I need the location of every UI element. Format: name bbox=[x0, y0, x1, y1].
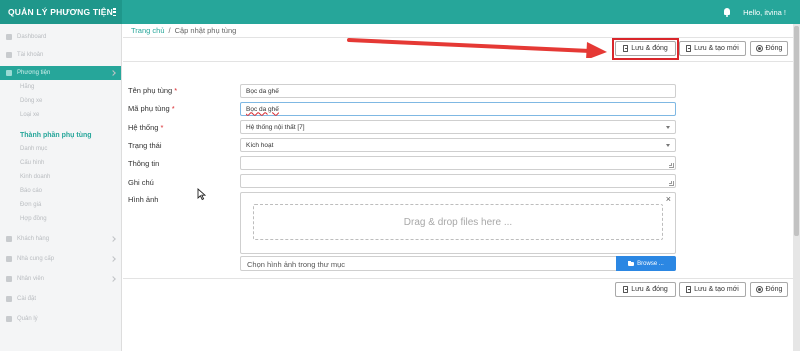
breadcrumb: Trang chủ / Cập nhật phụ tùng bbox=[131, 26, 236, 35]
drag-drop-zone[interactable]: Drag & drop files here ... bbox=[253, 204, 663, 240]
sidebar-subitem[interactable]: Hợp đồng bbox=[0, 212, 121, 226]
sidebar-item-dashboard[interactable]: Dashboard bbox=[0, 30, 121, 44]
user-menu[interactable]: Hello, itvina ! bbox=[743, 8, 786, 17]
sidebar-item-parts[interactable]: Thành phần phụ tùng bbox=[0, 128, 121, 142]
breadcrumb-current: Cập nhật phụ tùng bbox=[174, 26, 237, 35]
sidebar-subitem[interactable]: Đơn giá bbox=[0, 198, 121, 212]
divider bbox=[123, 61, 793, 62]
close-button-top[interactable]: Đóng bbox=[750, 41, 788, 56]
user-icon bbox=[6, 52, 12, 58]
sidebar-subitem[interactable]: Kinh doanh bbox=[0, 170, 121, 184]
folder-icon bbox=[628, 260, 635, 266]
breadcrumb-home-link[interactable]: Trang chủ bbox=[131, 26, 165, 35]
brand-area: QUẢN LÝ PHƯƠNG TIỆN bbox=[0, 0, 122, 24]
chevron-icon bbox=[110, 276, 116, 282]
page-scrollbar[interactable] bbox=[793, 24, 800, 351]
list-icon bbox=[6, 276, 12, 282]
chevron-icon bbox=[110, 256, 116, 262]
sidebar-item-vehicles[interactable]: Phương tiện bbox=[0, 66, 121, 80]
file-placeholder: Chọn hình ảnh trong thư mục bbox=[247, 260, 345, 269]
part-code-input[interactable]: Bọc da ghế bbox=[240, 102, 676, 116]
browse-button[interactable]: Browse ... bbox=[616, 256, 676, 271]
save-icon bbox=[623, 286, 629, 293]
sidebar-item[interactable]: Quản lý bbox=[0, 312, 121, 326]
car-icon bbox=[6, 70, 12, 76]
breadcrumb-separator: / bbox=[168, 26, 171, 35]
top-navbar: QUẢN LÝ PHƯƠNG TIỆN Hello, itvina ! bbox=[0, 0, 800, 24]
sidebar-subitem[interactable]: Danh mục bbox=[0, 142, 121, 156]
resize-handle-icon[interactable] bbox=[669, 181, 674, 186]
menu-toggle-icon[interactable] bbox=[113, 8, 116, 16]
save-icon bbox=[686, 286, 692, 293]
part-name-input[interactable]: Bọc da ghế bbox=[240, 84, 676, 98]
system-label: Hệ thống * bbox=[128, 123, 164, 132]
sidebar-subitem[interactable]: Hãng bbox=[0, 80, 121, 94]
save-icon bbox=[686, 45, 692, 52]
close-icon[interactable]: × bbox=[666, 194, 671, 204]
save-close-button-bottom[interactable]: Lưu & đóng bbox=[615, 282, 676, 297]
system-select[interactable]: Hệ thống nội thất [7] bbox=[240, 120, 676, 134]
sidebar-subitem[interactable]: Dòng xe bbox=[0, 94, 121, 108]
list-icon bbox=[6, 236, 12, 242]
annotation-arrow-icon bbox=[347, 38, 607, 58]
image-label: Hình ảnh bbox=[128, 195, 159, 204]
dropdown-arrow-icon bbox=[666, 144, 670, 147]
sidebar-item[interactable]: Cài đặt bbox=[0, 292, 121, 306]
status-label: Trạng thái bbox=[128, 141, 162, 150]
image-upload-box: × Drag & drop files here ... bbox=[240, 192, 676, 254]
resize-handle-icon[interactable] bbox=[669, 163, 674, 168]
sidebar-item[interactable]: Khách hàng bbox=[0, 232, 121, 246]
sidebar: Dashboard Tài khoản Phương tiện Hãng Dòn… bbox=[0, 24, 122, 351]
close-button-bottom[interactable]: Đóng bbox=[750, 282, 788, 297]
code-label: Mã phụ tùng * bbox=[128, 104, 175, 113]
close-circle-icon bbox=[755, 286, 763, 293]
close-circle-icon bbox=[755, 45, 763, 52]
save-new-button-bottom[interactable]: Lưu & tạo mới bbox=[679, 282, 746, 297]
info-textarea[interactable] bbox=[240, 156, 676, 170]
status-select[interactable]: Kích hoạt bbox=[240, 138, 676, 152]
dashboard-icon bbox=[6, 34, 12, 40]
divider bbox=[123, 278, 793, 279]
sidebar-subitem[interactable]: Báo cáo bbox=[0, 184, 121, 198]
sidebar-item[interactable]: Nhân viên bbox=[0, 272, 121, 286]
app-title: QUẢN LÝ PHƯƠNG TIỆN bbox=[8, 7, 113, 17]
list-icon bbox=[6, 256, 12, 262]
name-label: Tên phụ tùng * bbox=[128, 86, 178, 95]
file-path-input[interactable]: Chọn hình ảnh trong thư mục Browse ... bbox=[240, 256, 676, 271]
note-label: Ghi chú bbox=[128, 178, 154, 187]
main-content: Trang chủ / Cập nhật phụ tùng Lưu & đóng… bbox=[123, 24, 793, 351]
highlight-annotation-box bbox=[612, 38, 679, 60]
sidebar-item[interactable]: Nhà cung cấp bbox=[0, 252, 121, 266]
note-textarea[interactable] bbox=[240, 174, 676, 188]
list-icon bbox=[6, 316, 12, 322]
sidebar-subitem[interactable]: Loại xe bbox=[0, 108, 121, 122]
save-new-button-top[interactable]: Lưu & tạo mới bbox=[679, 41, 746, 56]
dropdown-arrow-icon bbox=[666, 126, 670, 129]
info-label: Thông tin bbox=[128, 159, 160, 168]
scrollbar-thumb[interactable] bbox=[794, 26, 799, 236]
notification-bell-icon[interactable] bbox=[723, 7, 731, 17]
chevron-icon bbox=[110, 70, 116, 76]
chevron-icon bbox=[110, 236, 116, 242]
list-icon bbox=[6, 296, 12, 302]
sidebar-item-account[interactable]: Tài khoản bbox=[0, 48, 121, 62]
top-right-area: Hello, itvina ! bbox=[723, 7, 800, 17]
mouse-pointer-icon bbox=[197, 188, 206, 201]
sidebar-subitem[interactable]: Cấu hình bbox=[0, 156, 121, 170]
